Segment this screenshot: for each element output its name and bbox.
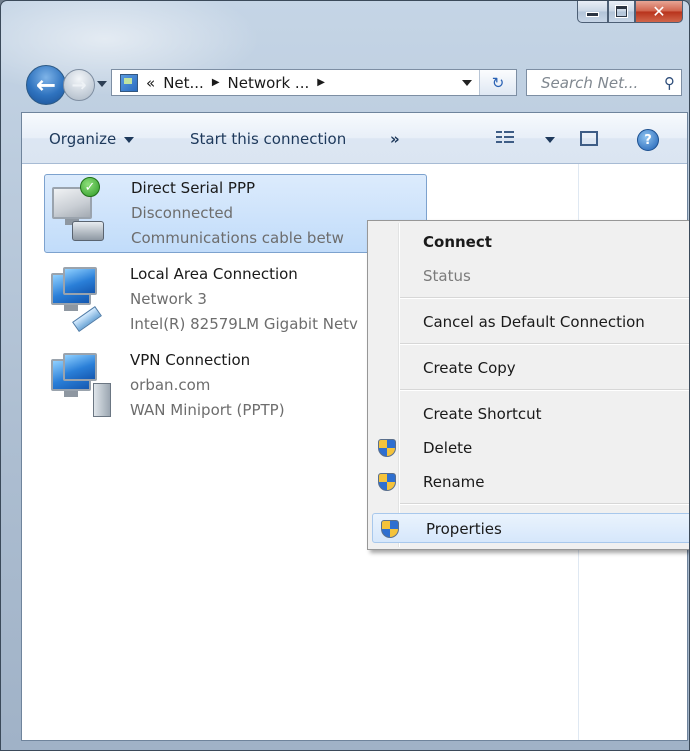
help-icon[interactable]: ? [637,129,659,151]
explorer-window: ✕ ← → « Net... ▶ Network ... ▶ ↻ Search … [0,0,690,751]
breadcrumb-arrow-icon[interactable]: ▶ [212,77,220,88]
change-view-icon[interactable] [496,131,514,145]
address-dropdown-icon[interactable] [462,80,472,86]
close-icon: ✕ [652,2,666,21]
back-button[interactable]: ← [26,65,66,105]
menu-item-rename[interactable]: Rename [370,467,689,497]
breadcrumb-arrow-icon[interactable]: ▶ [317,77,325,88]
chevron-down-icon [124,136,135,143]
menu-item-label: Rename [423,473,485,491]
preview-pane-icon[interactable] [580,131,598,146]
magnifier-icon[interactable]: ⚲ [664,74,675,92]
menu-item-label: Properties [426,520,502,538]
menu-item-properties[interactable]: Properties [372,513,689,543]
menu-item-status[interactable]: Status [370,261,689,291]
connection-device: Intel(R) 82579LM Gigabit Netv [130,315,358,333]
vpn-connection-icon [49,353,111,417]
menu-item-delete[interactable]: Delete [370,433,689,463]
back-arrow-icon: ← [35,71,57,99]
connection-text: VPN Connection orban.com WAN Miniport (P… [130,348,285,423]
lan-connection-icon [49,267,109,332]
address-bar[interactable]: « Net... ▶ Network ... ▶ ↻ [111,69,517,96]
connection-status: Network 3 [130,290,207,308]
organize-label: Organize [49,130,117,148]
connection-text: Direct Serial PPP Disconnected Communica… [131,176,344,251]
connection-status: orban.com [130,376,211,394]
minimize-button[interactable] [577,1,608,23]
network-connections-icon [120,73,138,92]
menu-item-cancel-default[interactable]: Cancel as Default Connection [370,307,689,337]
menu-separator [400,503,689,505]
caption-buttons: ✕ [577,1,683,32]
refresh-icon: ↻ [491,73,505,92]
dialup-connection-icon: ✓ [50,177,110,243]
connection-text: Local Area Connection Network 3 Intel(R)… [130,262,358,337]
address-overflow[interactable]: « [146,74,155,92]
chevron-down-icon [545,136,555,143]
uac-shield-icon [378,473,396,491]
start-connection-button[interactable]: Start this connection [190,130,346,148]
forward-button[interactable]: → [63,69,95,101]
menu-separator [400,389,689,391]
minimize-icon [586,12,599,17]
connection-status: Disconnected [131,204,234,222]
menu-separator [400,297,689,299]
refresh-button[interactable]: ↻ [479,70,516,95]
connection-name: Direct Serial PPP [131,179,256,197]
context-menu: Connect Status Cancel as Default Connect… [367,220,689,550]
uac-shield-icon [378,439,396,457]
more-commands-button[interactable]: » [390,130,400,148]
connection-name: Local Area Connection [130,265,298,283]
menu-item-connect[interactable]: Connect [370,227,689,257]
menu-item-label: Delete [423,439,473,457]
recent-pages-dropdown[interactable] [97,81,107,87]
search-placeholder: Search Net... [541,73,639,92]
uac-shield-icon [381,520,399,538]
breadcrumb-network-connections[interactable]: Network ... [228,74,310,92]
forward-arrow-icon: → [71,74,87,96]
menu-item-create-copy[interactable]: Create Copy [370,353,689,383]
connection-device: Communications cable betw [131,229,344,247]
close-button[interactable]: ✕ [635,1,683,23]
organize-button[interactable]: Organize [49,130,135,148]
connected-check-icon: ✓ [80,177,100,197]
connection-name: VPN Connection [130,351,251,369]
command-bar: Organize Start this connection » ? [22,113,687,164]
maximize-button[interactable] [608,1,635,23]
maximize-icon [616,6,627,17]
view-dropdown-button[interactable] [537,130,555,148]
search-input[interactable]: Search Net... ⚲ [526,69,682,96]
connection-device: WAN Miniport (PPTP) [130,401,285,419]
menu-item-create-shortcut[interactable]: Create Shortcut [370,399,689,429]
menu-separator [400,343,689,345]
breadcrumb-network[interactable]: Net... [163,74,204,92]
